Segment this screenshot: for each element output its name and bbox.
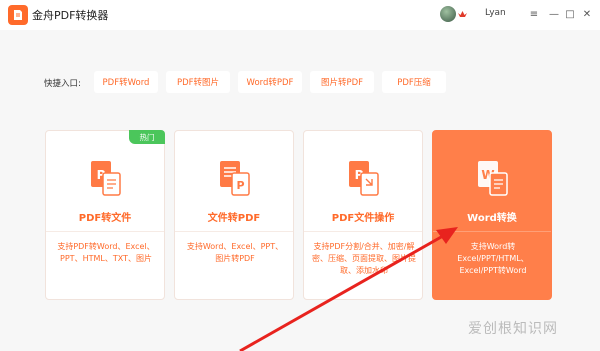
- card-title: 文件转PDF: [207, 213, 261, 224]
- app-logo-icon: [8, 5, 28, 25]
- app-title: 金舟PDF转换器: [32, 9, 109, 22]
- card-title: PDF转文件: [78, 213, 132, 224]
- file-to-pdf-icon: P: [220, 161, 250, 196]
- card-description: 支持PDF分割/合并、加密/解密、压缩、页面提取、图片提取、添加水印: [312, 242, 416, 275]
- card-file-to-pdf[interactable]: P 文件转PDF 支持Word、Excel、PPT、图片转PDF: [174, 130, 294, 300]
- quick-button-word-to-pdf[interactable]: Word转PDF: [238, 71, 302, 93]
- card-word-convert[interactable]: W Word转换 支持Word转Excel/PPT/HTML、Excel/PPT…: [432, 130, 552, 300]
- maximize-icon[interactable]: □: [563, 7, 577, 21]
- card-pdf-to-file[interactable]: 热门 P PDF转文件 支持PDF转Word、Excel、PPT、HTML、TX…: [45, 130, 165, 300]
- user-name[interactable]: Lyan: [485, 8, 506, 18]
- divider: [175, 231, 293, 232]
- avatar[interactable]: [440, 6, 456, 22]
- vip-crown-icon: [458, 11, 467, 17]
- title-bar: 金舟PDF转换器 Lyan ≡ — □ ✕: [0, 0, 600, 30]
- hot-badge: 热门: [129, 130, 165, 144]
- quick-button-image-to-pdf[interactable]: 图片转PDF: [310, 71, 374, 93]
- divider: [304, 231, 422, 232]
- card-description: 支持Word、Excel、PPT、图片转PDF: [186, 242, 284, 263]
- quick-access-label: 快捷入口:: [44, 79, 81, 89]
- watermark: 爱创根知识网: [468, 321, 558, 337]
- divider: [46, 231, 164, 232]
- word-convert-icon: W: [478, 161, 508, 196]
- close-icon[interactable]: ✕: [580, 7, 594, 21]
- quick-button-pdf-to-word[interactable]: PDF转Word: [94, 71, 158, 93]
- menu-icon[interactable]: ≡: [527, 7, 541, 21]
- card-description: 支持PDF转Word、Excel、PPT、HTML、TXT、图片: [57, 242, 155, 263]
- divider: [433, 231, 551, 232]
- card-title: Word转换: [467, 213, 517, 224]
- card-title: PDF文件操作: [331, 213, 395, 224]
- pdf-operations-icon: P: [349, 161, 379, 196]
- card-pdf-operations[interactable]: P PDF文件操作 支持PDF分割/合并、加密/解密、压缩、页面提取、图片提取、…: [303, 130, 423, 300]
- quick-button-pdf-compress[interactable]: PDF压缩: [382, 71, 446, 93]
- svg-text:P: P: [236, 179, 244, 192]
- quick-button-pdf-to-image[interactable]: PDF转图片: [166, 71, 230, 93]
- pdf-to-file-icon: P: [91, 161, 121, 196]
- card-description: 支持Word转Excel/PPT/HTML、Excel/PPT转Word: [457, 242, 529, 275]
- quick-access-bar: 快捷入口: PDF转Word PDF转图片 Word转PDF 图片转PDF PD…: [0, 68, 600, 96]
- minimize-icon[interactable]: —: [547, 7, 561, 21]
